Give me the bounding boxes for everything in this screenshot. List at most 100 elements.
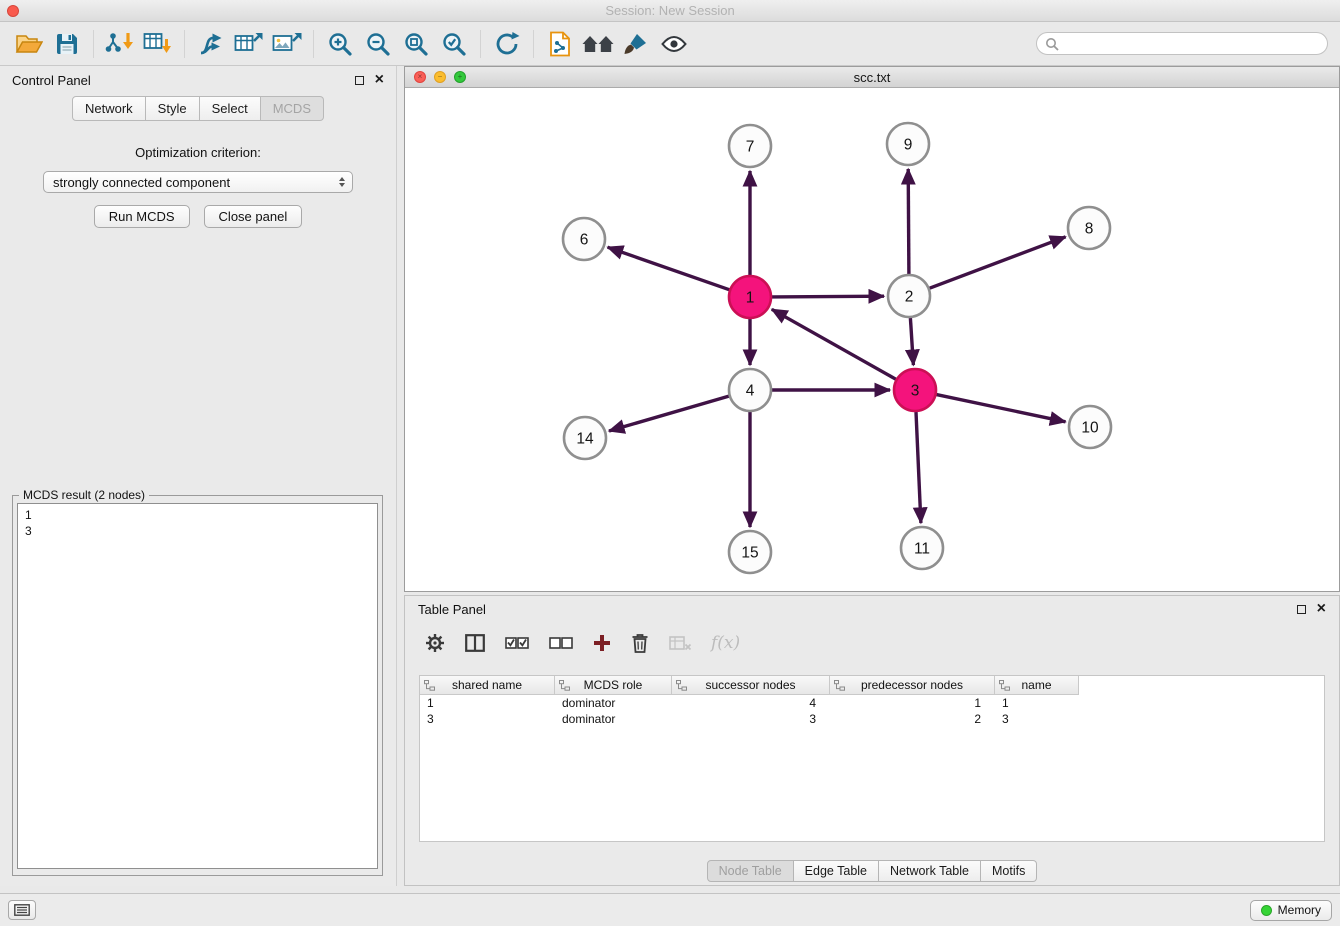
close-panel-button[interactable]: Close panel: [204, 205, 303, 228]
toolbar-separator: [480, 30, 481, 58]
graph-node-9[interactable]: 9: [887, 123, 929, 165]
tab-node-table[interactable]: Node Table: [707, 860, 794, 882]
search-input[interactable]: [1065, 37, 1319, 51]
column-header-shared-name[interactable]: shared name: [420, 676, 555, 695]
table-panel: Table Panel ×: [404, 595, 1340, 886]
graph-node-2[interactable]: 2: [888, 275, 930, 317]
close-panel-icon[interactable]: ×: [1317, 603, 1326, 615]
graph-edge-4-14[interactable]: [609, 396, 729, 431]
import-table-button[interactable]: [139, 27, 177, 61]
run-mcds-button[interactable]: Run MCDS: [94, 205, 190, 228]
add-row-button[interactable]: [593, 634, 611, 652]
network-canvas[interactable]: 7 9 6 8 1 2 4 3 14 10 15 11: [405, 88, 1339, 591]
select-all-columns-button[interactable]: [505, 636, 529, 650]
graph-edge-3-10[interactable]: [937, 395, 1066, 422]
graph-node-8[interactable]: 8: [1068, 207, 1110, 249]
table-cell[interactable]: 3: [995, 712, 1079, 726]
float-panel-icon[interactable]: [355, 76, 364, 85]
graph-edge-1-2[interactable]: [772, 296, 884, 297]
table-cell[interactable]: dominator: [555, 696, 672, 710]
show-panels-button[interactable]: [8, 900, 36, 920]
window-titlebar: Session: New Session: [0, 0, 1340, 22]
graph-node-1[interactable]: 1: [729, 276, 771, 318]
export-table-icon: [234, 31, 264, 57]
graph-edge-3-1[interactable]: [772, 309, 896, 379]
memory-button[interactable]: Memory: [1250, 900, 1332, 921]
mcds-result-groupbox: MCDS result (2 nodes) 1 3: [12, 495, 383, 876]
table-cell[interactable]: 3: [672, 712, 830, 726]
show-columns-button[interactable]: [465, 634, 485, 652]
tab-style[interactable]: Style: [146, 96, 200, 121]
table-cell[interactable]: 4: [672, 696, 830, 710]
import-network-icon: [105, 31, 135, 57]
show-graphics-details-button[interactable]: [655, 27, 693, 61]
zoom-selected-button[interactable]: [435, 27, 473, 61]
trash-icon: [631, 633, 649, 653]
graph-edge-2-9[interactable]: [908, 169, 909, 274]
home-view-button[interactable]: [579, 27, 617, 61]
graph-node-4[interactable]: 4: [729, 369, 771, 411]
graph-edge-1-6[interactable]: [608, 247, 730, 290]
column-header-name[interactable]: name: [995, 676, 1079, 695]
search-field[interactable]: [1036, 32, 1328, 55]
zoom-out-button[interactable]: [359, 27, 397, 61]
network-maximize-button[interactable]: +: [454, 71, 466, 83]
open-file-button[interactable]: [10, 27, 48, 61]
graph-node-7[interactable]: 7: [729, 125, 771, 167]
network-minimize-button[interactable]: −: [434, 71, 446, 83]
graph-node-11[interactable]: 11: [901, 527, 943, 569]
column-header-label: shared name: [452, 678, 522, 692]
graph-edge-2-3[interactable]: [910, 318, 913, 365]
new-network-button[interactable]: [192, 27, 230, 61]
graph-node-15[interactable]: 15: [729, 531, 771, 573]
table-cell[interactable]: 1: [830, 696, 995, 710]
graph-edge-3-11[interactable]: [916, 412, 921, 523]
zoom-fit-icon: [403, 31, 429, 57]
table-cell[interactable]: 3: [420, 712, 555, 726]
save-session-button[interactable]: [48, 27, 86, 61]
delete-row-button[interactable]: [631, 633, 649, 653]
table-cell[interactable]: 2: [830, 712, 995, 726]
table-cell[interactable]: 1: [420, 696, 555, 710]
unselect-all-columns-button[interactable]: [549, 636, 573, 650]
table-cell[interactable]: 1: [995, 696, 1079, 710]
graph-node-6[interactable]: 6: [563, 218, 605, 260]
graph-node-3[interactable]: 3: [894, 369, 936, 411]
tab-select[interactable]: Select: [200, 96, 261, 121]
refresh-view-button[interactable]: [488, 27, 526, 61]
graph-node-10[interactable]: 10: [1069, 406, 1111, 448]
column-header-MCDS-role[interactable]: MCDS role: [555, 676, 672, 695]
import-network-button[interactable]: [101, 27, 139, 61]
export-image-button[interactable]: [268, 27, 306, 61]
tab-motifs[interactable]: Motifs: [981, 860, 1037, 882]
zoom-fit-button[interactable]: [397, 27, 435, 61]
sort-icon: [424, 680, 435, 691]
export-table-button[interactable]: [230, 27, 268, 61]
table-row[interactable]: 3dominator323: [420, 711, 1324, 727]
column-header-successor-nodes[interactable]: successor nodes: [672, 676, 830, 695]
table-row[interactable]: 1dominator411: [420, 695, 1324, 711]
tab-mcds[interactable]: MCDS: [261, 96, 324, 121]
float-panel-icon[interactable]: [1297, 605, 1306, 614]
column-header-predecessor-nodes[interactable]: predecessor nodes: [830, 676, 995, 695]
graph-node-14[interactable]: 14: [564, 417, 606, 459]
paint-brush-icon: [623, 31, 649, 57]
network-close-button[interactable]: ×: [414, 71, 426, 83]
tab-network-table[interactable]: Network Table: [879, 860, 981, 882]
column-header-label: successor nodes: [705, 678, 795, 692]
svg-text:2: 2: [905, 289, 914, 306]
tab-edge-table[interactable]: Edge Table: [794, 860, 879, 882]
network-graph[interactable]: 7 9 6 8 1 2 4 3 14 10 15 11: [405, 88, 1339, 591]
tab-network[interactable]: Network: [72, 96, 146, 121]
list-icon: [14, 904, 30, 916]
table-settings-button[interactable]: [425, 633, 445, 653]
clone-network-view-button[interactable]: [541, 27, 579, 61]
close-panel-icon[interactable]: ×: [375, 74, 384, 86]
plus-icon: [593, 634, 611, 652]
table-cell[interactable]: dominator: [555, 712, 672, 726]
criterion-dropdown[interactable]: strongly connected component: [43, 171, 353, 193]
toolbar-separator: [184, 30, 185, 58]
zoom-in-button[interactable]: [321, 27, 359, 61]
graph-edge-2-8[interactable]: [930, 237, 1066, 288]
apply-style-button[interactable]: [617, 27, 655, 61]
